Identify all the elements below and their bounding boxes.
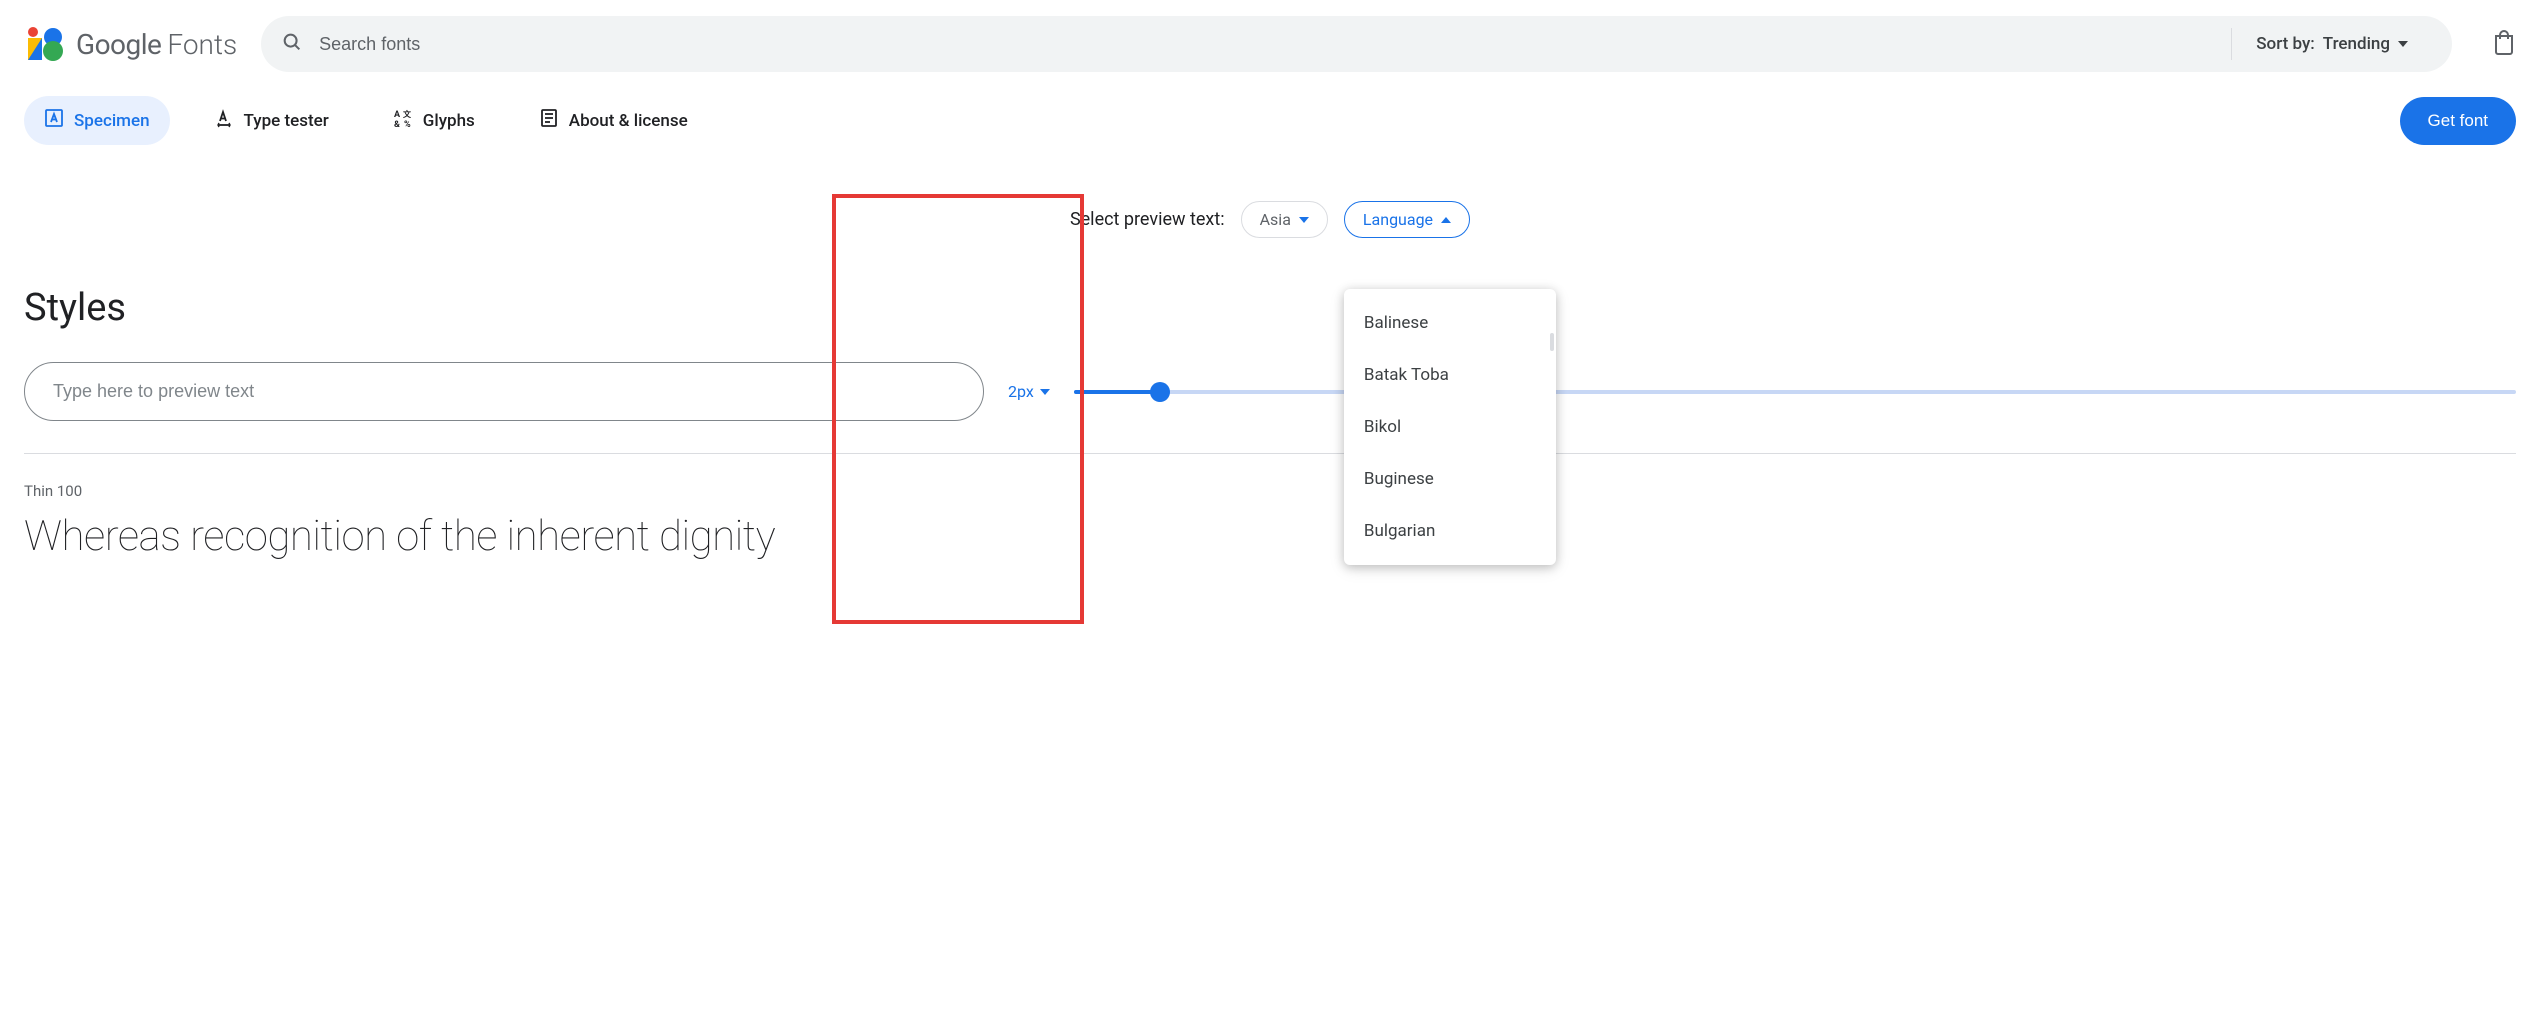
search-icon (281, 31, 303, 57)
brand-text: Google Fonts (76, 28, 237, 61)
shopping-bag-icon[interactable] (2492, 29, 2516, 59)
language-option[interactable]: Batak Toba (1344, 349, 1556, 401)
chevron-down-icon (2398, 41, 2408, 47)
brand-google: Google (76, 28, 161, 61)
tab-glyphs[interactable]: A文&% Glyphs (373, 96, 495, 145)
language-label: Language (1363, 210, 1433, 229)
svg-text:文: 文 (403, 109, 412, 119)
glyphs-icon: A文&% (393, 108, 413, 133)
brand-fonts: Fonts (167, 28, 237, 61)
slider-thumb[interactable] (1150, 382, 1170, 402)
styles-section: Styles 2px Thin 100 Whereas recognition … (0, 262, 2540, 609)
style-sample-text: Whereas recognition of the inherent dign… (24, 512, 2516, 561)
specimen-icon (44, 108, 64, 133)
style-weight-label: Thin 100 (24, 482, 2516, 500)
tab-about-license[interactable]: About & license (519, 96, 708, 145)
preview-text-input[interactable] (53, 381, 955, 402)
logo-group[interactable]: Google Fonts (24, 24, 237, 64)
font-size-slider[interactable] (1074, 390, 2516, 394)
language-option[interactable]: Bulgarian (1344, 505, 1556, 557)
tabs-row: Specimen Type tester A文&% Glyphs About &… (0, 88, 2540, 161)
svg-text:A: A (394, 110, 401, 120)
preview-text-row: Select preview text: Asia Language Balin… (0, 161, 2540, 262)
font-size-value: 2px (1008, 382, 1034, 401)
styles-controls: 2px (24, 362, 2516, 421)
region-value: Asia (1260, 210, 1291, 229)
preview-label: Select preview text: (1070, 209, 1225, 230)
chevron-down-icon (1299, 217, 1309, 223)
chevron-down-icon (1040, 389, 1050, 395)
tab-label: Type tester (244, 111, 329, 131)
type-tester-icon (214, 108, 234, 133)
sort-dropdown[interactable]: Sort by: Trending (2231, 28, 2432, 60)
svg-text:&: & (394, 120, 400, 128)
scrollbar-thumb[interactable] (1550, 333, 1554, 351)
document-icon (539, 108, 559, 133)
get-font-button[interactable]: Get font (2400, 97, 2516, 145)
tab-label: Glyphs (423, 111, 475, 131)
svg-text:%: % (404, 120, 411, 128)
font-size-select[interactable]: 2px (1008, 382, 1050, 401)
tab-type-tester[interactable]: Type tester (194, 96, 349, 145)
tab-label: Specimen (74, 111, 150, 131)
style-entry: Thin 100 Whereas recognition of the inhe… (24, 474, 2516, 585)
language-option[interactable]: Balinese (1344, 297, 1556, 349)
chevron-up-icon (1441, 217, 1451, 223)
language-dropdown[interactable]: Language (1344, 201, 1470, 238)
header: Google Fonts Sort by: Trending (0, 0, 2540, 88)
google-fonts-logo-icon (24, 24, 64, 64)
region-dropdown[interactable]: Asia (1241, 201, 1328, 238)
language-option[interactable]: Bikol (1344, 401, 1556, 453)
sort-value: Trending (2323, 34, 2390, 54)
search-input[interactable] (319, 34, 2231, 55)
tab-specimen[interactable]: Specimen (24, 96, 170, 145)
preview-input-wrap[interactable] (24, 362, 984, 421)
tab-label: About & license (569, 111, 688, 131)
sort-label: Sort by: (2256, 34, 2315, 54)
search-bar[interactable]: Sort by: Trending (261, 16, 2452, 72)
language-dropdown-menu: Balinese Batak Toba Bikol Buginese Bulga… (1344, 289, 1556, 565)
styles-heading: Styles (24, 286, 2516, 330)
language-option[interactable]: Buginese (1344, 453, 1556, 505)
